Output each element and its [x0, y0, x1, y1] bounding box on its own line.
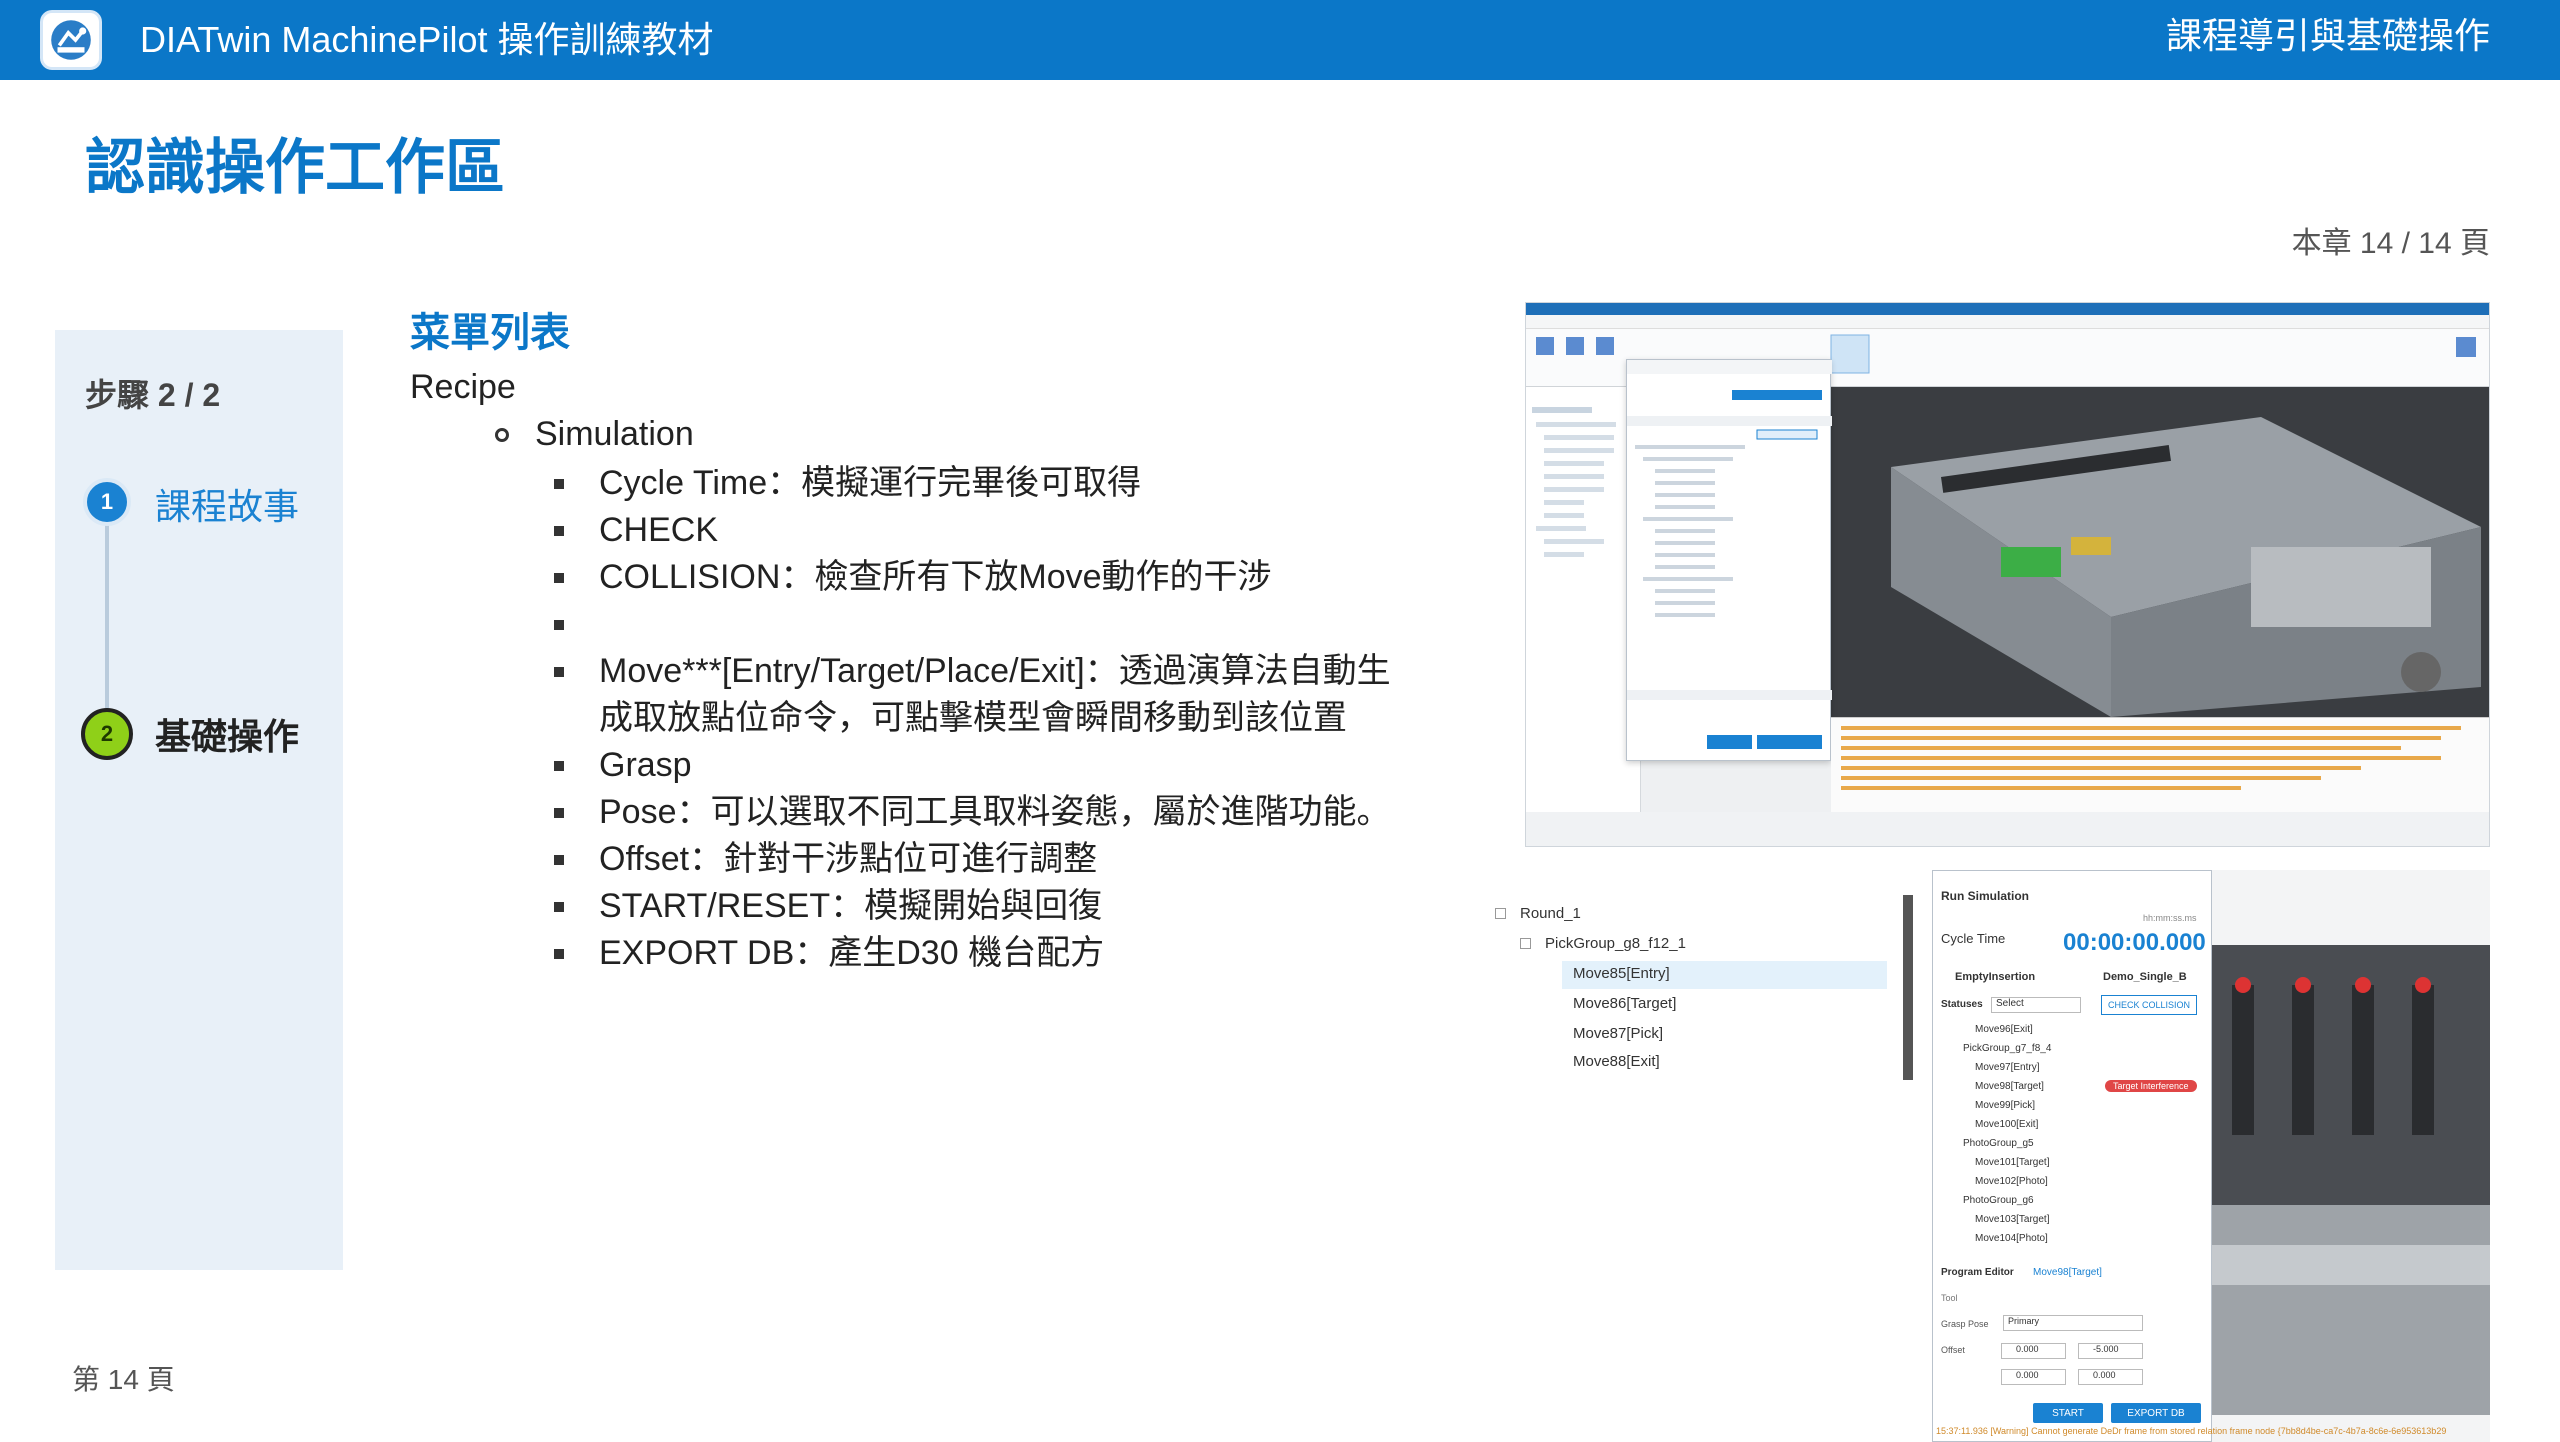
bullet-continuation: COLLISION：檢查所有下放Move動作的干涉	[554, 554, 1394, 601]
level0-item: Recipe	[410, 368, 516, 406]
tree-item[interactable]: Move99[Pick]	[1975, 1100, 2035, 1111]
tree-item[interactable]: Move98[Target]	[1975, 1081, 2044, 1092]
app-title: DIATwin MachinePilot 操作訓練教材	[140, 19, 714, 60]
bullet-item: CHECK	[554, 507, 1394, 554]
run-simulation-panel: Run Simulation Cycle Time hh:mm:ss.ms 00…	[1932, 870, 2212, 1442]
step-sidebar: 步驟 2 / 2 1 課程故事 2 基礎操作	[55, 330, 343, 1270]
program-editor-target: Move98[Target]	[2033, 1267, 2102, 1278]
log-line: 15:37:11.936 [Warning] Cannot generate D…	[1936, 1426, 2447, 1436]
bullet-item: START/RESET：模擬開始與回復	[554, 883, 1394, 930]
step-connector	[105, 502, 109, 712]
tool-label: Tool	[1941, 1293, 1958, 1303]
cycle-time-hint: hh:mm:ss.ms	[2143, 913, 2197, 923]
bullet-list: Cycle Time：模擬運行完畢後可取得 CHECK COLLISION：檢查…	[554, 460, 1394, 977]
run-simulation-panel-small	[1626, 359, 1832, 761]
step-1-number[interactable]: 1	[83, 478, 131, 526]
page-title: 認識操作工作區	[85, 134, 505, 201]
bullet-item: Cycle Time：模擬運行完畢後可取得	[554, 460, 1394, 507]
step-label: 步驟 2 / 2	[85, 377, 221, 413]
section-title: 課程導引與基礎操作	[2165, 15, 2490, 56]
interference-badge: Target Interference	[2105, 1080, 2197, 1092]
top-bar: DIATwin MachinePilot 操作訓練教材 課程導引與基礎操作	[0, 0, 2560, 80]
tree-item[interactable]: Move102[Photo]	[1975, 1176, 2048, 1187]
tree-item[interactable]: PhotoGroup_g6	[1963, 1195, 2034, 1206]
tree-lines	[1532, 407, 1616, 557]
project-tree-panel	[1526, 387, 1641, 812]
tree-item[interactable]: Move100[Exit]	[1975, 1119, 2038, 1130]
grasp-pose-select[interactable]: Primary	[2003, 1315, 2143, 1331]
page-footer: 第 14 頁	[72, 1364, 175, 1395]
offset-r-input[interactable]: 0.000	[2078, 1369, 2143, 1385]
tree-row-label: PickGroup_g8_f12_1	[1545, 935, 1686, 952]
offset-label: Offset	[1941, 1345, 1965, 1355]
run-simulation-screenshot: Run Simulation Cycle Time hh:mm:ss.ms 00…	[1932, 870, 2490, 1442]
tree-row[interactable]: Round_1	[1495, 905, 1581, 922]
statuses-select[interactable]: Select	[1991, 997, 2081, 1013]
grasp-pose-label: Grasp Pose	[1941, 1319, 1989, 1329]
machine-render	[1831, 387, 2489, 717]
bullet-continuation: Pose：可以選取不同工具取料姿態，屬於進階功能。	[554, 789, 1394, 836]
bullet-item: EXPORT DB：產生D30 機台配方	[554, 930, 1394, 977]
offset-z-input[interactable]: 0.000	[2001, 1369, 2066, 1385]
tree-row-label: Round_1	[1520, 905, 1581, 922]
step-2-number[interactable]: 2	[81, 708, 133, 760]
cycle-time-label: Cycle Time	[1941, 931, 2006, 946]
circle-bullet-icon	[495, 427, 509, 442]
bullet-text: Move***[Entry/Target/Place/Exit]：透過演算法自動…	[599, 652, 1391, 737]
window-title-bar	[1526, 303, 2489, 315]
panel-title: Run Simulation	[1941, 889, 2029, 903]
check-collision-button[interactable]: CHECK COLLISION	[2101, 995, 2197, 1015]
export-db-button[interactable]: EXPORT DB	[2111, 1403, 2201, 1423]
window-menu-bar	[1526, 315, 2489, 329]
app-logo-icon	[40, 10, 102, 70]
collapse-icon[interactable]	[1495, 908, 1506, 919]
machine-closeup	[2212, 945, 2490, 1415]
board-label: Demo_Single_B	[2103, 971, 2187, 983]
tree-item[interactable]: Move96[Exit]	[1975, 1024, 2033, 1035]
tree-row-label: Move88[Exit]	[1573, 1053, 1660, 1070]
panel-mini-content	[1627, 360, 1832, 749]
collapse-icon[interactable]	[1520, 938, 1531, 949]
step-1-label[interactable]: 課程故事	[155, 478, 299, 530]
status-bar	[1526, 812, 2489, 846]
tree-row[interactable]: Move88[Exit]	[1573, 1053, 1660, 1070]
tree-item[interactable]: Move104[Photo]	[1975, 1233, 2048, 1244]
level1-item: Simulation	[495, 415, 694, 454]
cycle-time-value: 00:00:00.000	[2063, 929, 2206, 956]
level1-label: Simulation	[535, 415, 694, 453]
bullet-item: Offset：針對干涉點位可進行調整	[554, 836, 1394, 883]
3d-viewport[interactable]	[1831, 387, 2489, 717]
offset-y-input[interactable]: -5.000	[2078, 1343, 2143, 1359]
offset-x-input[interactable]: 0.000	[2001, 1343, 2066, 1359]
bullet-continuation: Move***[Entry/Target/Place/Exit]：透過演算法自動…	[554, 648, 1394, 742]
menu-heading: 菜單列表	[410, 311, 570, 355]
tree-row-label: Move85[Entry]	[1573, 965, 1670, 982]
tree-item[interactable]: Move101[Target]	[1975, 1157, 2050, 1168]
tree-item[interactable]: PickGroup_g7_f8_4	[1963, 1043, 2051, 1054]
insertion-label: EmptyInsertion	[1955, 971, 2036, 983]
bullet-text: Pose：可以選取不同工具取料姿態，屬於進階功能。	[599, 793, 1391, 831]
tree-item[interactable]: Move103[Target]	[1975, 1214, 2050, 1225]
start-button[interactable]: START	[2033, 1403, 2103, 1423]
bullet-text: COLLISION：檢查所有下放Move動作的干涉	[599, 558, 1272, 596]
tree-row[interactable]: Move87[Pick]	[1573, 1025, 1663, 1042]
app-screenshot-main	[1525, 302, 2490, 847]
program-editor-label: Program Editor	[1941, 1267, 2014, 1278]
tree-row[interactable]: Move85[Entry]	[1573, 965, 1670, 982]
tree-item[interactable]: PhotoGroup_g5	[1963, 1138, 2034, 1149]
tree-row[interactable]: PickGroup_g8_f12_1	[1520, 935, 1686, 952]
step-2-label[interactable]: 基礎操作	[155, 708, 299, 760]
log-lines	[1841, 726, 2461, 790]
tree-row-label: Move86[Target]	[1573, 995, 1677, 1012]
tree-row[interactable]: Move86[Target]	[1573, 995, 1676, 1012]
chapter-page-indicator: 本章 14 / 14 頁	[2291, 227, 2490, 260]
tree-zoom-screenshot: Round_1 PickGroup_g8_f12_1 Move85[Entry]…	[1455, 895, 1913, 1080]
statuses-label: Statuses	[1941, 999, 1983, 1010]
3d-viewport-zoom[interactable]	[2212, 945, 2490, 1415]
bullet-item-empty	[554, 601, 1394, 648]
bullet-item: Grasp	[554, 742, 1394, 789]
log-panel	[1831, 717, 2489, 812]
tree-item[interactable]: Move97[Entry]	[1975, 1062, 2039, 1073]
tree-row-label: Move87[Pick]	[1573, 1025, 1664, 1042]
